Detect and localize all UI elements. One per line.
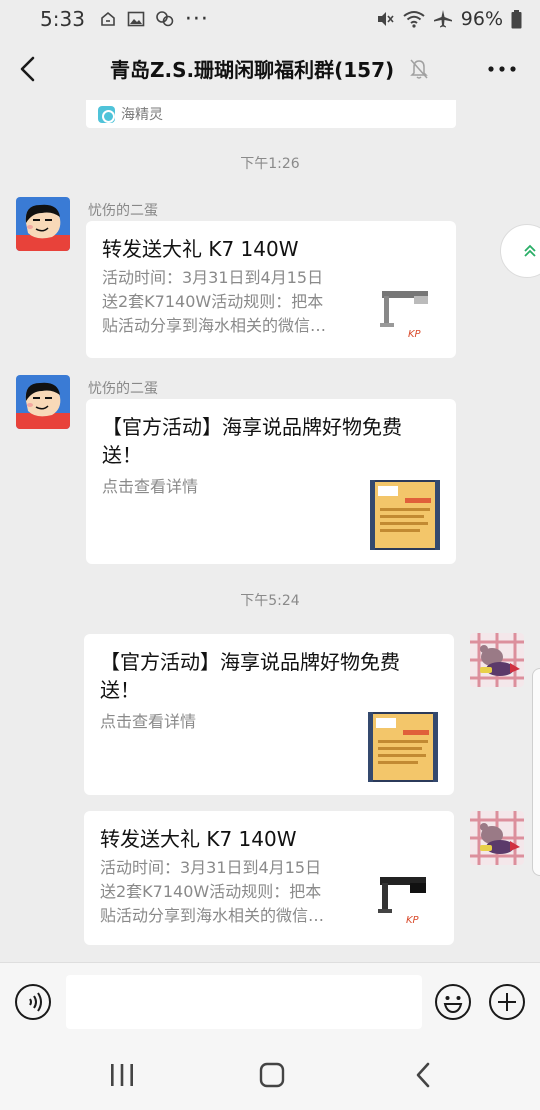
card-thumbnail bbox=[370, 480, 440, 550]
link-card-message[interactable]: 【官方活动】海享说品牌好物免费 送！ 点击查看详情 bbox=[86, 399, 456, 564]
more-notifications-icon: ··· bbox=[184, 6, 209, 32]
status-bar: 5:33 ··· 96% bbox=[0, 0, 540, 38]
wifi-icon bbox=[403, 11, 425, 28]
link-card-message[interactable]: 转发送大礼 K7 140W 活动时间：3月31日到4月15日 送2套K7140W… bbox=[84, 811, 454, 945]
voice-input-icon[interactable] bbox=[14, 983, 52, 1021]
partial-link-card[interactable]: 海精灵 bbox=[86, 100, 456, 128]
card-description-line: 活动时间：3月31日到4月15日 bbox=[102, 268, 324, 287]
card-description-line: 贴活动分享到海水相关的微信… bbox=[102, 316, 327, 335]
card-description-line: 贴活动分享到海水相关的微信… bbox=[100, 906, 325, 925]
card-description-line: 送2套K7140W活动规则：把本 bbox=[100, 882, 322, 901]
emoji-icon[interactable] bbox=[434, 983, 472, 1021]
battery-percent: 96% bbox=[460, 8, 503, 30]
card-title-line: 【官方活动】海享说品牌好物免费 bbox=[102, 415, 402, 439]
double-chevron-up-icon bbox=[524, 244, 536, 257]
card-thumbnail: KP bbox=[368, 867, 438, 937]
cartoon-avatar-icon bbox=[16, 375, 70, 429]
message-input-bar bbox=[0, 962, 540, 1040]
muted-bell-icon bbox=[410, 59, 428, 79]
card-title: 转发送大礼 K7 140W bbox=[102, 237, 299, 261]
card-thumbnail: KP bbox=[370, 281, 440, 351]
sender-name: 忧伤的二蛋 bbox=[88, 203, 158, 219]
card-title: 转发送大礼 K7 140W bbox=[100, 827, 297, 851]
scroll-up-float-button[interactable] bbox=[500, 224, 540, 278]
back-arrow-icon[interactable] bbox=[14, 52, 44, 86]
edge-panel-handle[interactable] bbox=[532, 668, 540, 876]
battery-icon bbox=[511, 9, 522, 28]
card-description-line: 活动时间：3月31日到4月15日 bbox=[100, 858, 322, 877]
more-options-icon[interactable] bbox=[486, 56, 518, 82]
mute-icon bbox=[377, 12, 394, 26]
system-nav-bar bbox=[0, 1040, 540, 1110]
timestamp: 下午1:26 bbox=[240, 156, 300, 172]
link-card-message[interactable]: 转发送大礼 K7 140W 活动时间：3月31日到4月15日 送2套K7140W… bbox=[86, 221, 456, 358]
my-avatar[interactable] bbox=[470, 633, 524, 687]
recent-apps-icon[interactable] bbox=[108, 1062, 136, 1088]
home-icon[interactable] bbox=[258, 1062, 286, 1088]
airplane-mode-icon bbox=[433, 10, 452, 28]
plaid-bear-avatar-icon bbox=[470, 811, 524, 865]
chat-message-list[interactable]: 海精灵 下午1:26 忧伤的二蛋 转发送大礼 K7 140W 活动时间：3月31… bbox=[0, 100, 540, 962]
gallery-notification-icon bbox=[127, 11, 145, 27]
card-title-line: 送！ bbox=[100, 678, 140, 702]
card-source-label: 海精灵 bbox=[121, 107, 163, 123]
card-title-line: 【官方活动】海享说品牌好物免费 bbox=[100, 650, 400, 674]
wechat-notification-icon bbox=[156, 11, 174, 27]
cartoon-avatar-icon bbox=[16, 197, 70, 251]
thumb-logo-text: KP bbox=[406, 915, 420, 926]
timestamp: 下午5:24 bbox=[240, 593, 300, 609]
avatar[interactable] bbox=[16, 375, 70, 429]
avatar[interactable] bbox=[16, 197, 70, 251]
link-card-message[interactable]: 【官方活动】海享说品牌好物免费 送！ 点击查看详情 bbox=[84, 634, 454, 795]
sender-name: 忧伤的二蛋 bbox=[88, 381, 158, 397]
promo-poster-image bbox=[368, 712, 438, 782]
add-more-icon[interactable] bbox=[488, 983, 526, 1021]
chat-title: 青岛Z.S.珊瑚闲聊福利群(157) bbox=[110, 58, 395, 82]
aquarium-light-image: KP bbox=[368, 867, 438, 937]
card-thumbnail bbox=[368, 712, 438, 782]
share-notification-icon bbox=[101, 11, 115, 26]
plaid-bear-avatar-icon bbox=[470, 633, 524, 687]
card-title-line: 送！ bbox=[102, 443, 142, 467]
message-text-field[interactable] bbox=[66, 975, 422, 1029]
mini-program-icon bbox=[98, 105, 115, 123]
nav-back-icon[interactable] bbox=[410, 1062, 438, 1088]
status-time: 5:33 bbox=[40, 7, 85, 31]
aquarium-light-image: KP bbox=[370, 281, 440, 351]
my-avatar[interactable] bbox=[470, 811, 524, 865]
thumb-logo-text: KP bbox=[408, 329, 422, 340]
promo-poster-image bbox=[370, 480, 440, 550]
card-description-line: 送2套K7140W活动规则：把本 bbox=[102, 292, 324, 311]
chat-header: 青岛Z.S.珊瑚闲聊福利群(157) bbox=[0, 38, 540, 100]
